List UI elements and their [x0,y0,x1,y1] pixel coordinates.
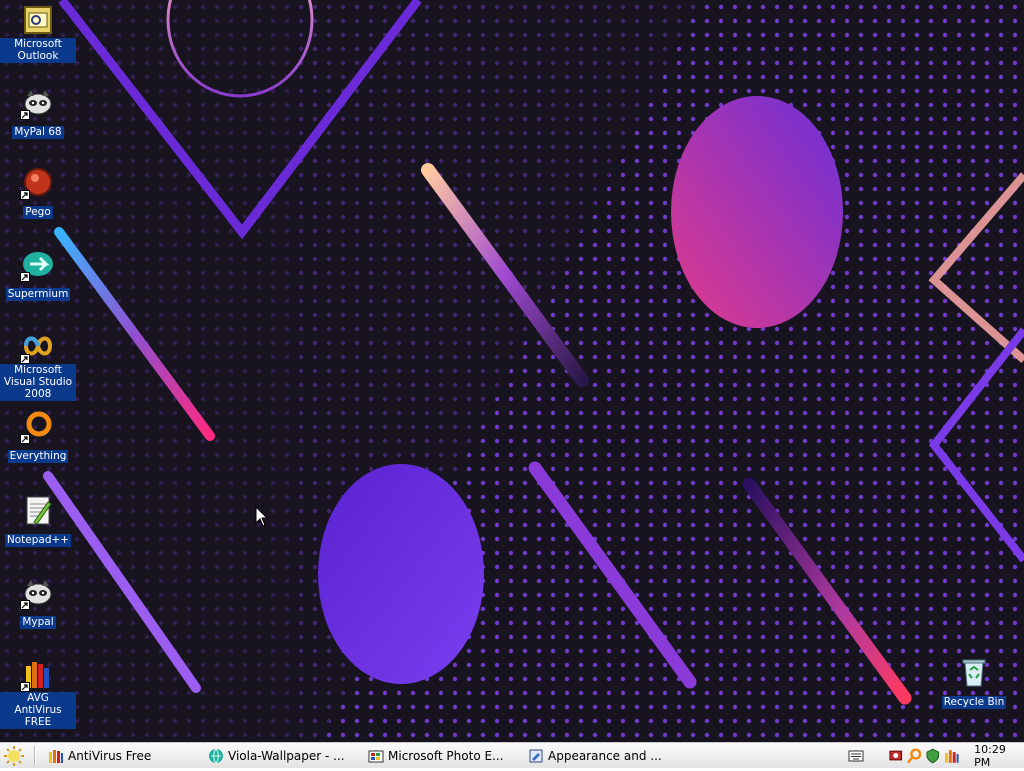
security-icon[interactable] [925,748,941,764]
avg-icon [20,658,54,692]
start-button[interactable] [2,745,28,767]
mypal-raccoon-icon [20,576,54,610]
desktop-icon-label: Notepad++ [4,534,72,547]
desktop-icon-label: Microsoft Visual Studio 2008 [0,364,76,401]
desktop-icon-label: Mypal [20,616,56,629]
taskbar: AntiVirus Free Viola-Wallpaper - ... Mic… [0,742,1024,769]
shortcut-arrow-icon [20,190,30,200]
shortcut-arrow-icon [20,600,30,610]
desktop-icon-mypal[interactable]: Mypal [0,576,76,629]
shortcut-arrow-icon [20,434,30,444]
keyboard-icon[interactable] [848,749,864,763]
mypal-raccoon-icon [20,86,54,120]
taskbar-button-appearance-and[interactable]: Appearance and ... [528,745,678,766]
shortcut-arrow-icon [20,110,30,120]
everything-search-icon [20,410,54,444]
network-icon[interactable] [888,748,904,764]
system-tray: 10:29 PM [888,743,1024,769]
visual-studio-icon [20,330,54,364]
mouse-cursor-icon [255,506,269,527]
desktop-icon-microsoft-visual-studio-2008[interactable]: Microsoft Visual Studio 2008 [0,330,76,401]
taskbar-button-label: Microsoft Photo E... [388,748,504,763]
taskbar-button-label: Appearance and ... [548,748,662,763]
desktop-icon-supermium[interactable]: Supermium [0,248,76,301]
desktop-icon-mypal-68[interactable]: MyPal 68 [0,86,76,139]
desktop-icon-label: Everything [7,450,69,463]
wallpaper [0,0,1024,742]
search-tray-icon[interactable] [906,747,923,764]
taskbar-button-label: AntiVirus Free [68,748,152,763]
desktop[interactable]: Microsoft Outlook MyPal 68 Pego Supermiu… [0,0,1024,742]
desktop-icon-label: Supermium [5,288,71,301]
desktop-icon-label: AVG AntiVirus FREE [0,692,76,729]
avg-tray-icon[interactable] [944,748,960,764]
desktop-icon-everything[interactable]: Everything [0,410,76,463]
desktop-icon-label: Microsoft Outlook [0,38,76,63]
start-orb-icon [4,746,24,766]
photo-editor-icon [368,750,384,762]
shortcut-arrow-icon [20,272,30,282]
notepadpp-icon [22,494,54,526]
desktop-icon-label: Recycle Bin [941,696,1007,709]
supermium-icon [20,248,54,282]
pego-icon [20,166,54,200]
shortcut-arrow-icon [20,682,30,692]
taskbar-button-antivirus-free[interactable]: AntiVirus Free [48,745,198,766]
browser-globe-icon [209,748,223,763]
taskbar-button-microsoft-photo-editor[interactable]: Microsoft Photo E... [368,745,518,766]
taskbar-button-label: Viola-Wallpaper - ... [228,748,345,763]
recycle-bin-icon [958,656,990,688]
desktop-icon-label: MyPal 68 [12,126,64,139]
shortcut-arrow-icon [20,354,30,364]
control-panel-icon [529,749,543,762]
outlook-icon [22,4,54,36]
clock[interactable]: 10:29 PM [974,743,1024,769]
desktop-icon-recycle-bin[interactable]: Recycle Bin [936,656,1012,709]
avg-window-icon [49,749,63,763]
desktop-icon-microsoft-outlook[interactable]: Microsoft Outlook [0,4,76,63]
desktop-icon-avg-antivirus-free[interactable]: AVG AntiVirus FREE [0,658,76,729]
taskbar-separator [34,746,36,765]
desktop-icon-label: Pego [23,206,53,219]
taskbar-button-viola-wallpaper[interactable]: Viola-Wallpaper - ... [208,745,358,766]
desktop-icon-pego[interactable]: Pego [0,166,76,219]
desktop-icon-notepadpp[interactable]: Notepad++ [0,494,76,547]
